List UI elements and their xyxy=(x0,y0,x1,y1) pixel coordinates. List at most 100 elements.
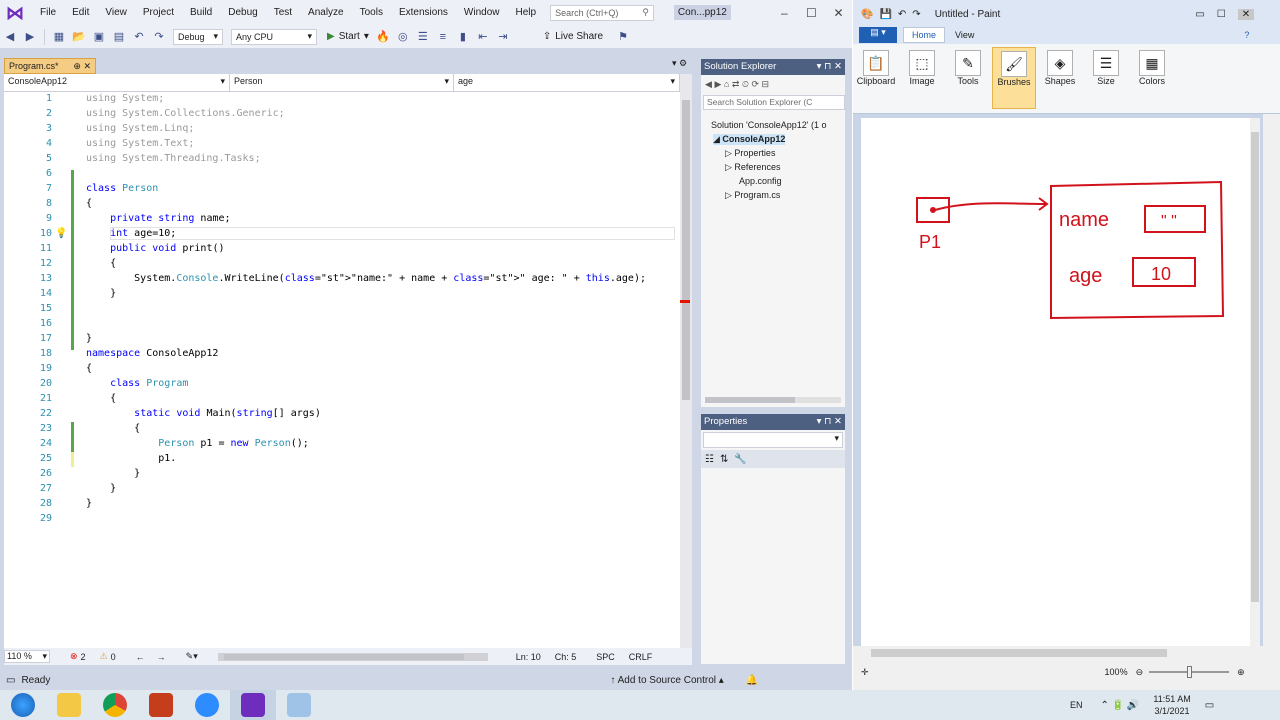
paint-vertical-scrollbar[interactable] xyxy=(1250,118,1260,646)
taskbar-visual-studio[interactable] xyxy=(230,690,276,720)
horizontal-scrollbar[interactable] xyxy=(217,652,488,661)
code-line[interactable]: p1. xyxy=(86,453,176,464)
taskbar-paint[interactable] xyxy=(276,690,322,720)
alphabetical-icon[interactable]: ⇅ xyxy=(720,454,728,465)
collapse-icon[interactable]: ⊟ xyxy=(762,79,770,90)
panel-controls-icon[interactable]: ▾ ⊓ ✕ xyxy=(817,61,842,73)
zoom-slider[interactable] xyxy=(1149,666,1230,678)
expand-icon[interactable]: ▷ xyxy=(725,148,734,158)
cleanup-icon[interactable]: ✎▾ xyxy=(186,651,198,662)
clipboard-group[interactable]: 📋 Clipboard xyxy=(854,47,898,109)
source-control-button[interactable]: ↑ Add to Source Control ▴ xyxy=(610,675,723,686)
minimize-icon[interactable]: – xyxy=(771,6,798,20)
solution-horizontal-scrollbar[interactable] xyxy=(705,397,841,403)
code-line[interactable]: { xyxy=(86,258,116,269)
editor-vertical-scrollbar[interactable] xyxy=(680,74,692,648)
line-ending[interactable]: CRLF xyxy=(629,652,653,662)
tree-item[interactable]: App.config xyxy=(739,176,782,186)
code-line[interactable]: } xyxy=(86,498,92,509)
tree-item[interactable]: ▷ Properties xyxy=(725,148,775,159)
scroll-thumb[interactable] xyxy=(682,100,690,400)
tree-item[interactable]: Solution 'ConsoleApp12' (1 o xyxy=(711,120,827,130)
nav-back-icon[interactable]: ← xyxy=(136,652,145,662)
forward-icon[interactable]: ▶ xyxy=(714,79,721,90)
close-icon[interactable]: ✕ xyxy=(825,6,852,20)
code-line[interactable]: } xyxy=(86,468,140,479)
start-button[interactable] xyxy=(0,690,46,720)
zoom-out-icon[interactable]: ⊖ xyxy=(1136,667,1144,678)
back-icon[interactable]: ◀ xyxy=(705,79,712,90)
notification-center-icon[interactable]: ▭ xyxy=(1205,700,1214,711)
save-icon[interactable]: 💾 xyxy=(879,9,891,20)
paint-app-icon[interactable]: 🎨 xyxy=(861,9,873,20)
tools-group[interactable]: ✎ Tools xyxy=(946,47,990,109)
properties-object-combo[interactable]: ▾ xyxy=(703,432,843,448)
tray-icons[interactable]: ⌃ 🔋 🔊 xyxy=(1101,700,1140,711)
brushes-group[interactable]: 🖌 Brushes xyxy=(992,47,1036,109)
taskbar-zoom[interactable] xyxy=(184,690,230,720)
minimize-icon[interactable]: ▭ xyxy=(1195,9,1204,20)
expand-icon[interactable]: ▷ xyxy=(725,190,734,200)
notifications-icon[interactable]: 🔔 xyxy=(746,675,758,686)
code-line[interactable]: class Person xyxy=(86,183,158,194)
solution-search-input[interactable]: Search Solution Explorer (C xyxy=(703,95,845,110)
tab-home[interactable]: Home xyxy=(903,27,946,43)
close-icon[interactable]: ✕ xyxy=(1237,8,1255,20)
sync-icon[interactable]: ⇄ xyxy=(732,79,740,90)
redo-icon[interactable]: ↷ xyxy=(912,9,920,20)
tree-item[interactable]: ▷ References xyxy=(725,162,780,173)
indent-mode[interactable]: SPC xyxy=(596,652,615,662)
categorized-icon[interactable]: ☷ xyxy=(705,454,714,465)
code-line[interactable]: class Program xyxy=(86,378,188,389)
code-line[interactable]: { xyxy=(86,393,116,404)
home-icon[interactable]: ⌂ xyxy=(724,79,729,89)
scroll-thumb[interactable] xyxy=(223,653,464,660)
code-line[interactable]: { xyxy=(86,363,92,374)
paint-canvas[interactable]: P1 name " " age 10 xyxy=(861,118,1257,646)
code-line[interactable]: static void Main(string[] args) xyxy=(86,408,321,419)
scroll-thumb[interactable] xyxy=(705,397,795,403)
scroll-thumb[interactable] xyxy=(1251,132,1259,602)
size-group[interactable]: ☰ Size xyxy=(1084,47,1128,109)
code-line[interactable]: private string name; xyxy=(86,213,230,224)
code-line[interactable]: } xyxy=(86,333,92,344)
code-line[interactable]: { xyxy=(86,423,140,434)
code-line[interactable]: public void print() xyxy=(86,243,224,254)
colors-group[interactable]: ▦ Colors xyxy=(1130,47,1174,109)
code-line[interactable]: using System; xyxy=(86,93,164,104)
code-line[interactable]: using System.Linq; xyxy=(86,123,194,134)
code-line[interactable]: { xyxy=(86,198,92,209)
taskbar-explorer[interactable] xyxy=(46,690,92,720)
code-line[interactable]: } xyxy=(86,288,116,299)
maximize-icon[interactable]: ☐ xyxy=(798,6,825,20)
scroll-thumb[interactable] xyxy=(871,649,1167,657)
code-line[interactable]: namespace ConsoleApp12 xyxy=(86,348,218,359)
code-line[interactable]: System.Console.WriteLine(class="st">"nam… xyxy=(86,273,646,284)
property-pages-icon[interactable]: 🔧 xyxy=(734,454,746,465)
code-line[interactable]: } xyxy=(86,483,116,494)
tree-item[interactable]: ▷ Program.cs xyxy=(725,190,780,201)
code-line[interactable]: using System.Collections.Generic; xyxy=(86,108,285,119)
zoom-combo[interactable]: 110 % ▾ xyxy=(4,650,50,663)
file-menu-button[interactable]: ▤ ▾ xyxy=(859,27,897,43)
taskbar-chrome[interactable] xyxy=(92,690,138,720)
expand-icon[interactable]: ◢ xyxy=(713,134,722,144)
warning-icon[interactable]: ⚠ xyxy=(100,651,108,662)
tab-view[interactable]: View xyxy=(955,30,974,40)
zoom-slider-thumb[interactable] xyxy=(1187,666,1193,678)
history-icon[interactable]: ⏲ xyxy=(742,79,749,90)
image-group[interactable]: ⬚ Image xyxy=(900,47,944,109)
code-line[interactable]: using System.Text; xyxy=(86,138,194,149)
refresh-icon[interactable]: ⟳ xyxy=(751,79,759,90)
code-line[interactable]: Person p1 = new Person(); xyxy=(86,438,309,449)
nav-forward-icon[interactable]: → xyxy=(157,652,166,662)
code-line[interactable]: using System.Threading.Tasks; xyxy=(86,153,261,164)
taskbar-powerpoint[interactable] xyxy=(138,690,184,720)
maximize-icon[interactable]: ☐ xyxy=(1217,9,1226,20)
tree-item[interactable]: ◢ ConsoleApp12 xyxy=(713,134,786,145)
zoom-in-icon[interactable]: ⊕ xyxy=(1237,667,1245,678)
shapes-group[interactable]: ◈ Shapes xyxy=(1038,47,1082,109)
expand-icon[interactable]: ▷ xyxy=(725,162,734,172)
clock[interactable]: 11:51 AM 3/1/2021 xyxy=(1153,693,1190,717)
panel-controls-icon[interactable]: ▾ ⊓ ✕ xyxy=(817,416,842,428)
